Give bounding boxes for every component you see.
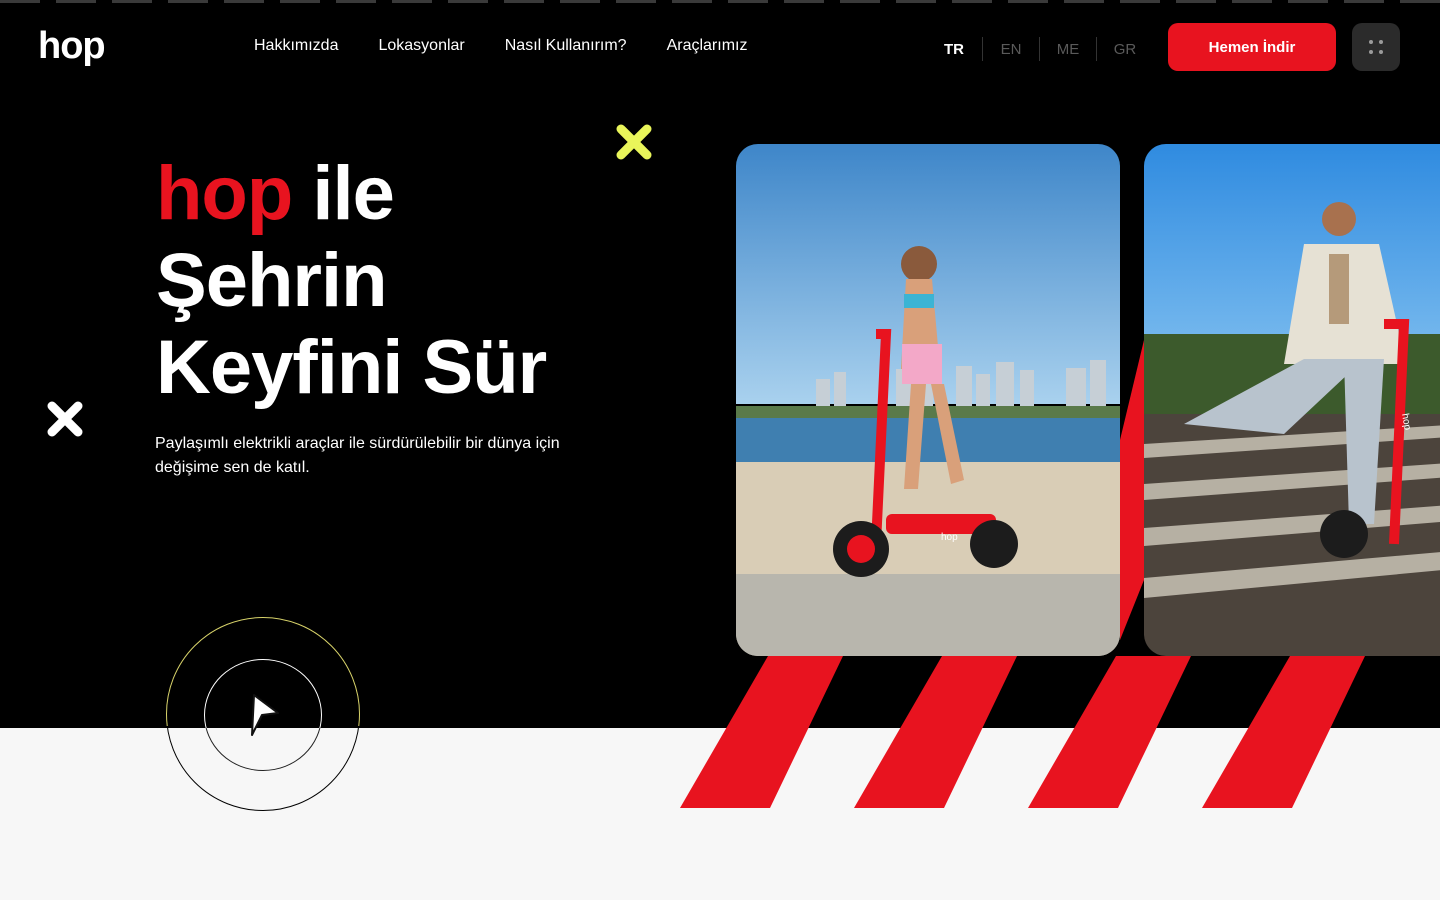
hero-section: hop Hakkımızda Lokasyonlar Nasıl Kullanı… xyxy=(0,0,1440,728)
scooter-brand-label: hop xyxy=(941,532,958,543)
nav-item-how-to-use[interactable]: Nasıl Kullanırım? xyxy=(505,37,627,55)
headline-brand: hop xyxy=(156,151,293,236)
download-now-button[interactable]: Hemen İndir xyxy=(1168,23,1336,71)
photo-crosswalk-scooter: hop xyxy=(1144,144,1440,656)
svg-text:hop: hop xyxy=(38,28,105,67)
main-nav: Hakkımızda Lokasyonlar Nasıl Kullanırım?… xyxy=(254,37,747,55)
hero-subtitle: Paylaşımlı elektrikli araçlar ile sürdür… xyxy=(155,435,560,476)
top-dashed-border xyxy=(0,0,1440,3)
hero-photo-beach-rider[interactable]: hop xyxy=(736,144,1120,656)
photo-beach-scooter: hop xyxy=(736,144,1120,656)
headline-line3: Keyfini Sür xyxy=(156,325,547,410)
headline-line1: ile xyxy=(292,151,395,236)
language-gr[interactable]: GR xyxy=(1097,41,1153,58)
hero-photo-crosswalk-rider[interactable]: hop xyxy=(1144,144,1440,656)
nav-item-about[interactable]: Hakkımızda xyxy=(254,37,338,55)
hop-logo[interactable]: hop xyxy=(38,28,138,68)
nav-item-vehicles[interactable]: Araçlarımız xyxy=(667,37,748,55)
language-tr[interactable]: TR xyxy=(926,41,982,58)
language-en[interactable]: EN xyxy=(983,41,1039,58)
nav-item-locations[interactable]: Lokasyonlar xyxy=(378,37,464,55)
headline-line2: Şehrin xyxy=(156,238,387,323)
yellow-x-icon xyxy=(616,124,652,160)
language-me[interactable]: ME xyxy=(1040,41,1096,58)
language-switcher: TR EN ME GR xyxy=(926,37,1153,61)
hero-headline: hop ile Şehrin Keyfini Sür xyxy=(156,150,547,411)
grid-dots-icon[interactable] xyxy=(1352,23,1400,71)
white-x-icon xyxy=(47,401,83,437)
